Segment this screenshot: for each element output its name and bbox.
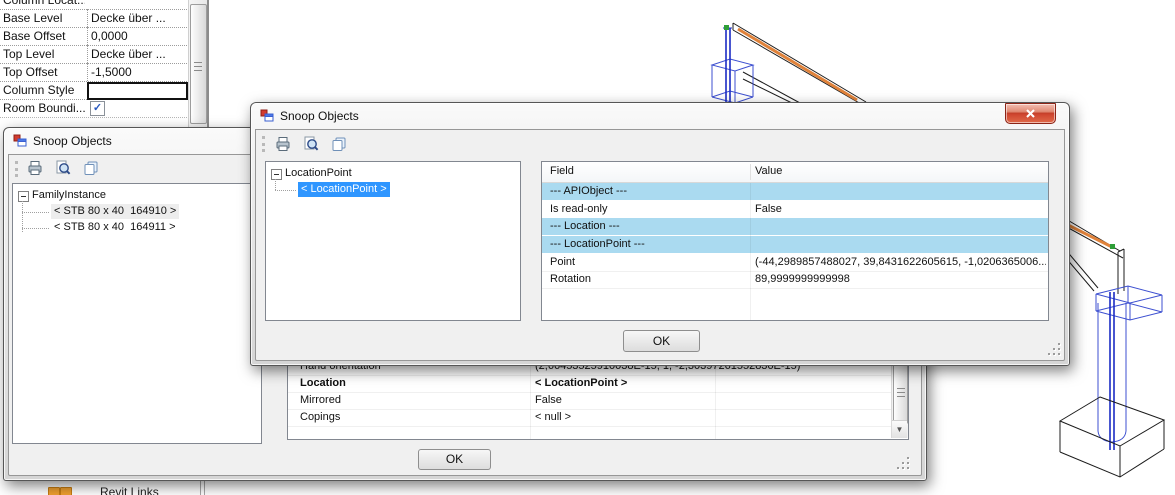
grid-cell-field: --- LocationPoint --- <box>550 236 645 253</box>
revit-links-icon <box>60 487 72 495</box>
property-row: Base Offset 0,0000 <box>0 27 187 46</box>
property-label: Room Boundi... <box>3 99 85 117</box>
grid-cell-field: --- APIObject --- <box>550 183 627 200</box>
column-left <box>723 28 732 102</box>
titlebar[interactable]: Snoop Objects <box>251 103 1069 129</box>
grid-row[interactable]: Point (-44,2989857488027, 39,84316226056… <box>542 254 1048 272</box>
property-label: Column Locat... <box>3 0 85 9</box>
property-value[interactable]: Decke über ... <box>87 9 187 27</box>
window-title: Snoop Objects <box>280 109 359 123</box>
property-label: Column Style <box>3 81 85 99</box>
grid-row-category[interactable]: --- Location --- <box>542 218 1048 236</box>
footing-box <box>1060 397 1164 477</box>
down-arrow-icon: ▼ <box>896 425 904 434</box>
copy-icon[interactable] <box>81 159 101 177</box>
grid-cell-field: Is read-only <box>550 201 607 218</box>
check-icon: ✓ <box>93 102 102 114</box>
print-icon[interactable] <box>273 135 293 153</box>
grid-row[interactable]: Copings < null > <box>288 409 908 427</box>
property-label: Top Offset <box>3 63 85 81</box>
ok-button[interactable]: OK <box>623 330 700 352</box>
print-preview-icon[interactable] <box>301 135 321 153</box>
property-row: Base Level Decke über ... <box>0 9 187 28</box>
revit-links-label: Revit Links <box>100 485 159 495</box>
grid-scrollbar-thumb[interactable] <box>893 361 908 424</box>
tree-root-item[interactable]: LocationPoint <box>285 166 352 181</box>
grid-cell-field: Mirrored <box>300 392 341 409</box>
window-icon <box>260 109 274 123</box>
property-row: Top Level Decke über ... <box>0 45 187 64</box>
palette-border <box>207 0 209 128</box>
tree-root-item[interactable]: FamilyInstance <box>32 188 106 203</box>
property-label: Top Level <box>3 45 85 63</box>
grid-cell-field: Rotation <box>550 271 591 288</box>
endpoint-green-left <box>724 25 729 30</box>
revit-links-icon <box>48 487 60 495</box>
grid-column-separator <box>750 183 751 320</box>
property-value[interactable]: -1,5000 <box>87 63 187 81</box>
snoop-objects-window-front: Snoop Objects <box>250 102 1070 366</box>
tree-connector <box>275 179 277 190</box>
grid-cell-value: < null > <box>535 409 888 426</box>
grid-cell-value: < LocationPoint > <box>535 375 888 392</box>
room-bounding-checkbox[interactable]: ✓ <box>90 101 105 116</box>
grid-row-category[interactable]: --- LocationPoint --- <box>542 236 1048 254</box>
grid-cell-field: Copings <box>300 409 340 426</box>
resize-grip[interactable] <box>898 458 911 471</box>
property-value[interactable]: Decke über ... <box>87 45 187 63</box>
tree-connector <box>22 228 49 230</box>
ok-button[interactable]: OK <box>418 449 491 470</box>
beam-orange-left <box>738 29 857 100</box>
copy-icon[interactable] <box>329 135 349 153</box>
tree-connector <box>22 212 49 214</box>
column-box-right <box>1096 286 1162 442</box>
snoop-tree-panel: FamilyInstance < STB 80 x 40 164910 > < … <box>12 183 262 444</box>
close-icon <box>1025 109 1036 118</box>
window-title: Snoop Objects <box>33 134 112 148</box>
window-client: LocationPoint < LocationPoint > Field Va… <box>255 129 1065 361</box>
properties-palette: Column Locat... Base Level Decke über ..… <box>0 0 208 128</box>
grid-row[interactable]: Location < LocationPoint > <box>288 375 908 393</box>
grid-cell-field: Location <box>300 375 346 392</box>
revit-screen: Column Locat... Base Level Decke über ..… <box>0 0 1175 495</box>
grid-row[interactable]: Rotation 89,9999999999998 <box>542 271 1048 289</box>
grid-row-category[interactable]: --- APIObject --- <box>542 183 1048 201</box>
grid-row[interactable]: Mirrored False <box>288 392 908 410</box>
scroll-down-button[interactable]: ▼ <box>892 420 907 438</box>
tree-connector <box>275 190 296 192</box>
grid-header[interactable]: Field Value <box>542 162 1048 183</box>
property-row: Top Offset -1,5000 <box>0 63 187 82</box>
toolbar-grip <box>262 136 268 152</box>
resize-grip[interactable] <box>1049 344 1062 357</box>
property-label: Base Level <box>3 9 85 27</box>
grid-header-field[interactable]: Field <box>550 165 574 177</box>
column-style-input[interactable] <box>87 82 188 100</box>
window-icon <box>13 134 27 148</box>
grid-cell-field: --- Location --- <box>550 218 620 235</box>
property-row: Room Boundi... ✓ <box>0 99 187 118</box>
print-preview-icon[interactable] <box>53 159 73 177</box>
tree-item[interactable]: < STB 80 x 40 164911 > <box>54 220 176 235</box>
grid-header-value[interactable]: Value <box>755 165 782 177</box>
endpoint-green-right <box>1110 244 1115 249</box>
palette-scrollbar[interactable] <box>188 0 208 128</box>
property-value[interactable]: 0,0000 <box>87 27 187 45</box>
close-button[interactable] <box>1005 103 1056 124</box>
grid-cell-value: (-44,2989857488027, 39,8431622605615, -1… <box>755 254 1046 271</box>
grid-row[interactable]: Is read-only False <box>542 201 1048 219</box>
property-label: Base Offset <box>3 27 85 45</box>
grid-cell-value: 89,9999999999998 <box>755 271 1046 288</box>
grid-cell-value: False <box>755 201 1046 218</box>
snoop-tree-panel: LocationPoint < LocationPoint > <box>265 161 521 321</box>
tree-item-selected[interactable]: < LocationPoint > <box>298 182 390 197</box>
tree-item[interactable]: < STB 80 x 40 164910 > <box>51 204 179 219</box>
grid-cell-value: False <box>535 392 888 409</box>
grid-cell-field: Point <box>550 254 575 271</box>
snoop-grid-panel: Field Value --- APIObject --- Is read-on… <box>541 161 1049 321</box>
print-icon[interactable] <box>25 159 45 177</box>
grid-header-separator[interactable] <box>750 164 751 180</box>
toolbar-grip <box>15 161 21 177</box>
property-row: Column Style <box>0 81 187 100</box>
palette-scrollbar-thumb[interactable] <box>190 4 207 124</box>
